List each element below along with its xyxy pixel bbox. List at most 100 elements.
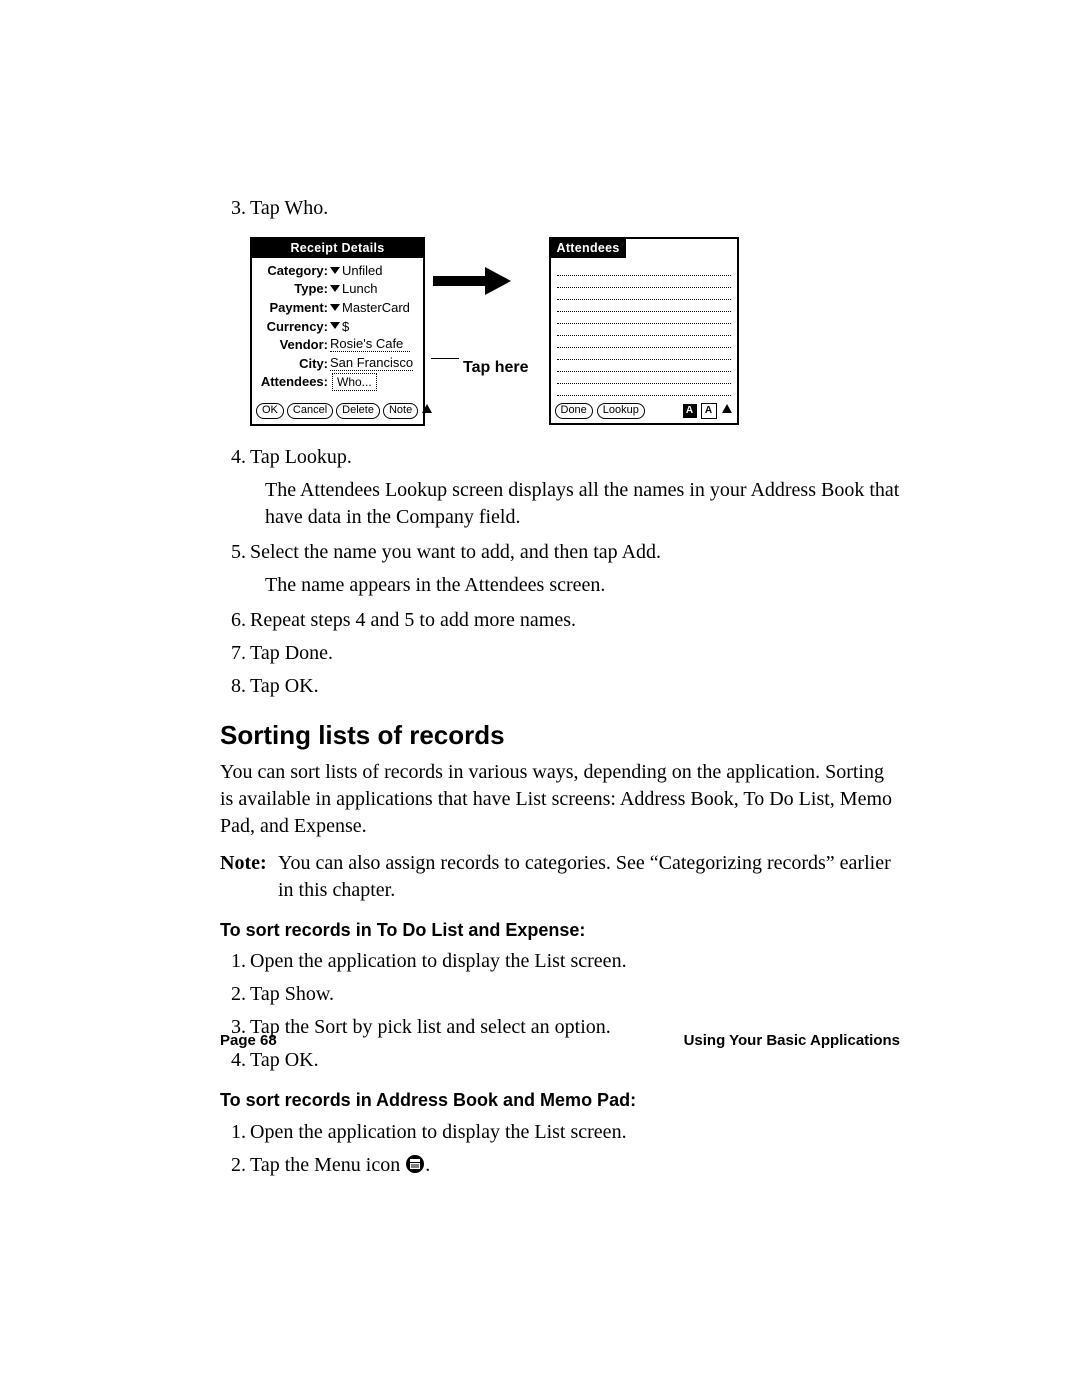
row-currency: Currency: $ <box>256 318 419 336</box>
step-6: 6. Repeat steps 4 and 5 to add more name… <box>220 607 900 634</box>
dotted-line <box>557 372 731 384</box>
label-payment: Payment: <box>256 299 330 317</box>
value-vendor: Rosie's Cafe <box>330 337 410 352</box>
step-text: Tap OK. <box>250 673 900 700</box>
step-text: Tap Done. <box>250 640 900 667</box>
who-button[interactable]: Who... <box>332 373 377 391</box>
step-text: Tap Who. <box>250 195 900 222</box>
step-number: 4. <box>220 1047 250 1074</box>
steps-group-1: 3. Tap Who. <box>220 195 900 222</box>
step-text: Repeat steps 4 and 5 to add more names. <box>250 607 900 634</box>
value-currency: $ <box>342 318 349 336</box>
dropdown-icon <box>330 304 340 312</box>
palm-attendees: Attendees Done Lookup <box>549 237 739 425</box>
proc1-step-1: 1. Open the application to display the L… <box>220 948 900 975</box>
proc2-step-1: 1. Open the application to display the L… <box>220 1119 900 1146</box>
delete-button[interactable]: Delete <box>336 403 380 419</box>
dotted-line <box>557 312 731 324</box>
document-page: 3. Tap Who. Receipt Details Category: Un… <box>0 0 1080 1397</box>
dotted-line <box>557 384 731 396</box>
step-number: 3. <box>220 195 250 222</box>
step-4: 4. Tap Lookup. <box>220 444 900 471</box>
label-category: Category: <box>256 262 330 280</box>
value-city: San Francisco <box>330 356 413 371</box>
value-type: Lunch <box>342 280 377 298</box>
note-label: Note: <box>220 850 278 904</box>
dotted-line <box>557 288 731 300</box>
receipt-buttons: OK Cancel Delete Note <box>252 398 423 424</box>
step-text: Tap Lookup. <box>250 444 900 471</box>
step-number: 7. <box>220 640 250 667</box>
proc1-step-2: 2. Tap Show. <box>220 981 900 1008</box>
step-text: Tap OK. <box>250 1047 900 1074</box>
arrow-icon <box>433 267 511 295</box>
proc2-head: To sort records in Address Book and Memo… <box>220 1088 900 1112</box>
proc2-steps: 1. Open the application to display the L… <box>220 1119 900 1182</box>
shortcut-key-a-outline[interactable]: A <box>701 403 717 419</box>
done-button[interactable]: Done <box>555 403 593 419</box>
attendees-buttons: Done Lookup A A <box>551 398 737 424</box>
step-number: 1. <box>220 1119 250 1146</box>
section-intro: You can sort lists of records in various… <box>220 759 900 840</box>
section-heading: Sorting lists of records <box>220 718 900 753</box>
steps-group-2: 4. Tap Lookup. <box>220 444 900 471</box>
tap-here-text: Tap here <box>463 359 529 376</box>
footer-page: Page 68 <box>220 1032 277 1049</box>
note-button[interactable]: Note <box>383 403 418 419</box>
menu-icon <box>405 1154 425 1182</box>
step-4-sub: The Attendees Lookup screen displays all… <box>265 477 900 531</box>
receipt-title: Receipt Details <box>252 239 423 258</box>
dotted-line <box>557 264 731 276</box>
row-city: City: San Francisco <box>256 355 419 373</box>
dotted-line <box>557 360 731 372</box>
step-number: 8. <box>220 673 250 700</box>
dotted-line <box>557 300 731 312</box>
page-footer: Page 68 Using Your Basic Applications <box>220 1032 900 1049</box>
value-category: Unfiled <box>342 262 382 280</box>
row-vendor: Vendor: Rosie's Cafe <box>256 336 419 354</box>
dropdown-icon <box>330 322 340 330</box>
attendees-title: Attendees <box>551 239 626 258</box>
step-2-text-b: . <box>425 1154 430 1176</box>
callout-column: Tap here <box>433 267 529 379</box>
dotted-line <box>557 324 731 336</box>
dropdown-icon <box>330 285 340 293</box>
label-vendor: Vendor: <box>256 336 330 354</box>
row-type: Type: Lunch <box>256 280 419 298</box>
ok-button[interactable]: OK <box>256 403 284 419</box>
note: Note: You can also assign records to cat… <box>220 850 900 904</box>
row-payment: Payment: MasterCard <box>256 299 419 317</box>
attendees-lines <box>551 258 737 398</box>
step-text: Tap the Menu icon . <box>250 1152 900 1182</box>
step-number: 5. <box>220 539 250 566</box>
shortcut-key-a-filled[interactable]: A <box>683 404 697 418</box>
steps-group-3: 5. Select the name you want to add, and … <box>220 539 900 566</box>
label-type: Type: <box>256 280 330 298</box>
step-7: 7. Tap Done. <box>220 640 900 667</box>
up-arrow-icon <box>721 402 733 420</box>
leader-line <box>431 358 459 359</box>
proc1-steps: 1. Open the application to display the L… <box>220 948 900 1074</box>
up-arrow-icon <box>421 402 433 420</box>
proc1-head: To sort records in To Do List and Expens… <box>220 918 900 942</box>
step-8: 8. Tap OK. <box>220 673 900 700</box>
dotted-line <box>557 348 731 360</box>
palm-receipt-details: Receipt Details Category: Unfiled Type: … <box>250 237 425 426</box>
proc2-step-2: 2. Tap the Menu icon . <box>220 1152 900 1182</box>
step-number: 2. <box>220 1152 250 1182</box>
dotted-line <box>557 276 731 288</box>
step-number: 1. <box>220 948 250 975</box>
lookup-button[interactable]: Lookup <box>597 403 645 419</box>
cancel-button[interactable]: Cancel <box>287 403 333 419</box>
label-currency: Currency: <box>256 318 330 336</box>
step-3: 3. Tap Who. <box>220 195 900 222</box>
step-5: 5. Select the name you want to add, and … <box>220 539 900 566</box>
tap-here-label: Tap here <box>431 357 529 379</box>
attendees-header: Attendees <box>551 239 737 258</box>
step-2-text-a: Tap the Menu icon <box>250 1154 405 1176</box>
step-5-sub: The name appears in the Attendees screen… <box>265 572 900 599</box>
step-number: 4. <box>220 444 250 471</box>
step-text: Tap Show. <box>250 981 900 1008</box>
label-city: City: <box>256 355 330 373</box>
step-number: 2. <box>220 981 250 1008</box>
